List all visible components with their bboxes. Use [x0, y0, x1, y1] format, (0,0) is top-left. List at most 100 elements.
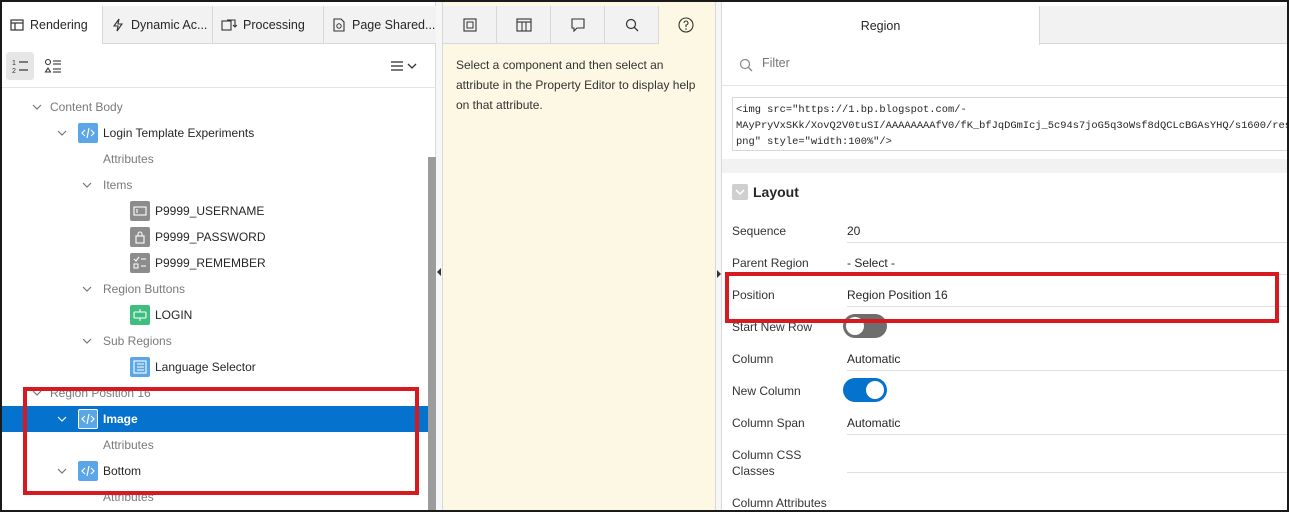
list-region-icon	[130, 357, 150, 377]
code-line: MAyPryVxSKk/XovQ2V0tuSI/AAAAAAAAfV0/fK_b…	[736, 120, 1289, 132]
rendering-pane: Rendering Dynamic Ac... Processing Page …	[2, 2, 436, 510]
sequence-field[interactable]: 20	[847, 224, 860, 238]
tab-search[interactable]	[605, 6, 659, 44]
tree-node-image[interactable]: Image	[2, 406, 428, 432]
source-code-field[interactable]: <img src="https://1.bp.blogspot.com/- MAy…	[732, 97, 1289, 151]
tree-label: Attributes	[103, 152, 154, 166]
chevron-down-icon[interactable]	[57, 466, 67, 476]
tree-label: Region Position 16	[50, 386, 151, 400]
property-editor: Region <img src="https://1.bp.blogspot.c…	[722, 2, 1289, 510]
tab-processing[interactable]: Processing	[213, 6, 324, 43]
comment-icon	[570, 17, 585, 32]
tree-label: LOGIN	[155, 308, 193, 322]
tree-node-attributes[interactable]: Attributes	[2, 432, 428, 458]
sequence-label: Sequence	[732, 224, 787, 238]
tree-node-item-username[interactable]: P9999_USERNAME	[2, 198, 428, 224]
layout-section-header[interactable]: Layout	[722, 173, 1287, 211]
code-region-icon	[78, 123, 98, 143]
dynamic-actions-icon	[112, 18, 124, 31]
tree-node-region-buttons[interactable]: Region Buttons	[2, 276, 428, 302]
tab-label: Processing	[243, 17, 305, 32]
grid-layout-icon	[515, 17, 532, 32]
view-by-order-button[interactable]: 12	[6, 52, 34, 80]
tree-node-button-login[interactable]: LOGIN	[2, 302, 428, 328]
tree-node-content-body[interactable]: Content Body	[2, 94, 428, 120]
tab-dynamic-actions[interactable]: Dynamic Ac...	[103, 6, 213, 43]
numbered-list-icon: 12	[12, 60, 28, 74]
tree-node-language-selector[interactable]: Language Selector	[2, 354, 428, 380]
tree-node-bottom[interactable]: Bottom	[2, 458, 428, 484]
tree-label: P9999_USERNAME	[155, 204, 265, 218]
code-line: png" style="width:100%"/>	[736, 136, 892, 148]
right-splitter[interactable]	[715, 2, 722, 510]
parent-region-label: Parent Region	[732, 256, 809, 270]
tree-label: Image	[103, 412, 138, 426]
field-underline	[847, 434, 1287, 435]
tree-label: Attributes	[103, 490, 154, 504]
toggle-knob	[846, 317, 864, 335]
filter-input[interactable]	[762, 56, 1162, 70]
tree-label: P9999_REMEMBER	[155, 256, 266, 270]
page-frame: Rendering Dynamic Ac... Processing Page …	[0, 0, 1289, 512]
tree-node-items[interactable]: Items	[2, 172, 428, 198]
section-title: Layout	[753, 184, 799, 200]
chevron-down-icon[interactable]	[57, 128, 67, 138]
rendering-icon	[10, 19, 24, 31]
column-span-select[interactable]: Automatic	[847, 416, 900, 430]
tab-messages[interactable]	[443, 6, 497, 44]
tree-label: Region Buttons	[103, 282, 186, 296]
section-divider	[722, 159, 1287, 173]
parent-region-select[interactable]: - Select -	[847, 256, 895, 270]
help-text: Select a component and then select an at…	[456, 58, 696, 112]
tab-label: Page Shared...	[352, 17, 436, 32]
tab-label: Region	[860, 18, 901, 33]
search-icon	[739, 58, 753, 72]
tree-node-sub-regions[interactable]: Sub Regions	[2, 328, 428, 354]
view-by-type-button[interactable]	[39, 52, 67, 80]
tree-label: Attributes	[103, 438, 154, 452]
new-column-toggle[interactable]	[843, 378, 887, 402]
tab-page-shared[interactable]: Page Shared...	[324, 6, 436, 43]
processing-icon	[221, 18, 237, 31]
left-splitter[interactable]	[436, 2, 443, 510]
column-span-label: Column Span	[732, 416, 805, 430]
code-line: <img src="https://1.bp.blogspot.com/-	[736, 104, 967, 116]
column-css-label: Classes	[732, 464, 775, 478]
tree-node-item-remember[interactable]: P9999_REMEMBER	[2, 250, 428, 276]
column-select[interactable]: Automatic	[847, 352, 900, 366]
start-new-row-toggle[interactable]	[843, 314, 887, 338]
page-shared-icon	[333, 17, 345, 32]
field-underline	[847, 306, 1287, 307]
tree-node-item-password[interactable]: P9999_PASSWORD	[2, 224, 428, 250]
tree-node-region-position-16[interactable]: Region Position 16	[2, 380, 428, 406]
chevron-down-icon[interactable]	[82, 284, 92, 294]
chevron-down-icon[interactable]	[57, 414, 67, 424]
position-select[interactable]: Region Position 16	[847, 288, 948, 302]
chevron-down-icon[interactable]	[82, 336, 92, 346]
tab-rendering[interactable]: Rendering	[2, 6, 103, 44]
field-underline	[847, 370, 1287, 371]
tree-scrollbar[interactable]	[428, 157, 436, 510]
tree-node-login-template[interactable]: Login Template Experiments	[2, 120, 428, 146]
collapse-section-button[interactable]	[732, 184, 748, 200]
button-icon	[130, 305, 150, 325]
collapse-left-icon[interactable]	[437, 268, 442, 276]
position-label: Position	[732, 288, 775, 302]
field-underline	[847, 472, 1287, 473]
field-underline	[847, 274, 1287, 275]
chevron-down-icon[interactable]	[32, 388, 42, 398]
tab-comments[interactable]	[551, 6, 605, 44]
chevron-down-icon[interactable]	[32, 102, 42, 112]
rendering-tree: Content Body Login Template Experiments …	[2, 90, 428, 510]
toggle-knob	[866, 381, 884, 399]
svg-text:1: 1	[12, 60, 16, 67]
tree-node-attributes[interactable]: Attributes	[2, 146, 428, 172]
tab-grid-layout[interactable]	[497, 6, 551, 44]
code-region-icon	[78, 409, 98, 429]
tree-label: P9999_PASSWORD	[155, 230, 266, 244]
tab-help[interactable]	[659, 6, 713, 44]
tree-node-attributes[interactable]: Attributes	[2, 484, 428, 510]
chevron-down-icon[interactable]	[82, 180, 92, 190]
tree-menu-button[interactable]	[386, 52, 420, 80]
tab-region[interactable]: Region	[722, 6, 1040, 45]
